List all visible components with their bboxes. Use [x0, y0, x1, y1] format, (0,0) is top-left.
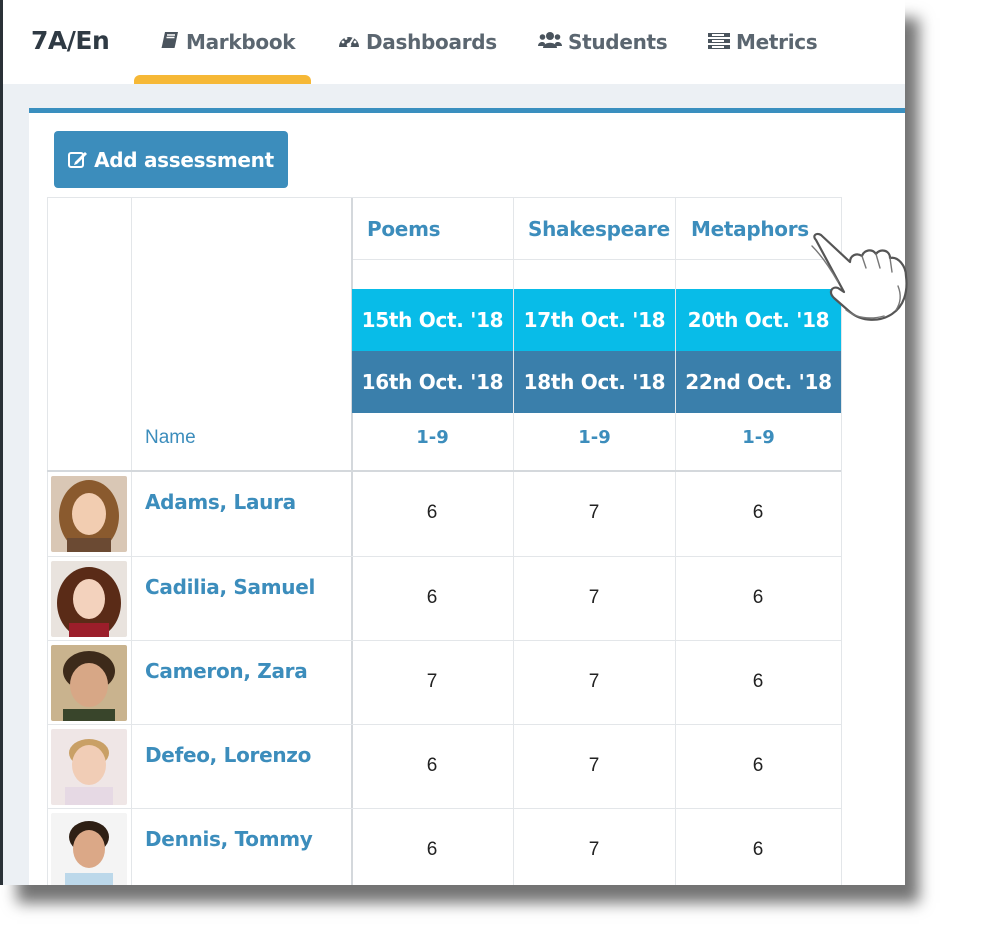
- name-column-header[interactable]: Name: [145, 423, 196, 453]
- edit-icon: [68, 151, 88, 168]
- tab-dashboards[interactable]: Dashboards: [338, 0, 497, 84]
- assessment-date-start: 15th Oct. '18: [352, 289, 513, 351]
- users-icon: [538, 30, 562, 54]
- table-row: Cameron, Zara 7 7 6: [47, 641, 841, 725]
- mark-cell[interactable]: 6: [678, 587, 838, 609]
- dashboard-icon: [338, 30, 360, 54]
- tab-dashboards-label: Dashboards: [366, 30, 497, 54]
- mark-cell[interactable]: 6: [352, 587, 512, 609]
- student-name-link[interactable]: Defeo, Lorenzo: [145, 743, 311, 767]
- assessment-title-shakespeare[interactable]: Shakespeare: [528, 213, 670, 245]
- mark-cell[interactable]: 7: [514, 502, 674, 524]
- mark-cell[interactable]: 7: [514, 755, 674, 777]
- tab-metrics-label: Metrics: [736, 30, 818, 54]
- mark-cell[interactable]: 6: [352, 755, 512, 777]
- mark-cell[interactable]: 6: [352, 839, 512, 861]
- assessment-date-end: 18th Oct. '18: [514, 351, 675, 413]
- table-row: Cadilia, Samuel 6 7 6: [47, 557, 841, 641]
- table-row: Dennis, Tommy 6 7 6: [47, 809, 841, 885]
- mark-cell[interactable]: 6: [678, 839, 838, 861]
- pointing-hand-icon: [811, 232, 908, 321]
- top-nav: 7A/En Markbook Dashboards Students Metri…: [3, 0, 905, 84]
- student-name-link[interactable]: Cadilia, Samuel: [145, 575, 315, 599]
- student-photo: [51, 729, 127, 805]
- add-assessment-button[interactable]: Add assessment: [54, 131, 288, 188]
- assessment-date-start: 17th Oct. '18: [514, 289, 675, 351]
- table-row: Defeo, Lorenzo 6 7 6: [47, 725, 841, 809]
- student-name-link[interactable]: Adams, Laura: [145, 490, 296, 514]
- mark-cell[interactable]: 6: [678, 755, 838, 777]
- tab-students-label: Students: [568, 30, 668, 54]
- app-window: 7A/En Markbook Dashboards Students Metri…: [3, 0, 905, 885]
- list-icon: [708, 30, 730, 54]
- mark-cell[interactable]: 7: [352, 671, 512, 693]
- grid-line: [353, 259, 841, 260]
- student-photo: [51, 813, 127, 885]
- student-name-link[interactable]: Dennis, Tommy: [145, 827, 313, 851]
- markbook-table: Poems Shakespeare Metaphors 15th Oct. '1…: [47, 197, 842, 885]
- mark-cell[interactable]: 6: [678, 502, 838, 524]
- assessment-title-poems[interactable]: Poems: [367, 213, 441, 245]
- active-tab-indicator: [134, 75, 311, 84]
- grade-scale: 1-9: [742, 427, 775, 448]
- grade-scale: 1-9: [578, 427, 611, 448]
- grid-line: [47, 197, 841, 198]
- tab-metrics[interactable]: Metrics: [708, 0, 818, 84]
- mark-cell[interactable]: 6: [678, 671, 838, 693]
- mark-cell[interactable]: 7: [514, 671, 674, 693]
- assessment-date-end: 22nd Oct. '18: [676, 351, 841, 413]
- table-row: Adams, Laura 6 7 6: [47, 472, 841, 556]
- assessment-date-end: 16th Oct. '18: [352, 351, 513, 413]
- book-icon: [160, 30, 180, 54]
- tab-markbook-label: Markbook: [186, 30, 296, 54]
- class-title: 7A/En: [31, 26, 110, 55]
- mark-cell[interactable]: 7: [514, 587, 674, 609]
- add-assessment-label: Add assessment: [94, 147, 274, 172]
- mark-cell[interactable]: 6: [352, 502, 512, 524]
- tab-students[interactable]: Students: [538, 0, 668, 84]
- student-photo: [51, 645, 127, 721]
- markbook-panel: Add assessment Poems Shakespeare Metapho…: [29, 108, 905, 885]
- tab-markbook[interactable]: Markbook: [160, 0, 296, 84]
- grade-scale: 1-9: [416, 427, 449, 448]
- assessment-title-metaphors[interactable]: Metaphors: [691, 213, 809, 245]
- student-name-link[interactable]: Cameron, Zara: [145, 659, 308, 683]
- mark-cell[interactable]: 7: [514, 839, 674, 861]
- student-photo: [51, 476, 127, 552]
- student-photo: [51, 561, 127, 637]
